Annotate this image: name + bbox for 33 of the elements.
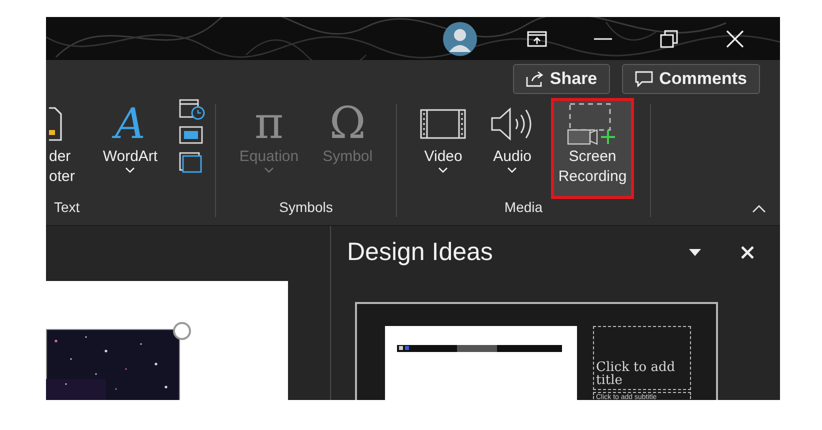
page-icon (49, 104, 63, 144)
header-footer-button[interactable]: der oter (46, 98, 82, 199)
slide-number-icon (178, 126, 205, 146)
group-label: Media (503, 199, 544, 217)
date-time-icon (178, 98, 205, 120)
close-icon (741, 246, 754, 258)
group-label: Text (53, 199, 81, 217)
dropdown-button[interactable] (689, 248, 701, 256)
comments-button[interactable]: Comments (622, 64, 760, 94)
omega-icon: Ω (329, 102, 366, 146)
close-button[interactable] (741, 246, 754, 258)
screen-recording-button[interactable]: Screen Recording (551, 98, 634, 199)
rotate-handle[interactable] (173, 322, 191, 340)
group-label: Symbols (278, 199, 334, 217)
wordart-button[interactable]: A WordArt (96, 98, 165, 199)
minimize-icon (594, 38, 612, 40)
share-button[interactable]: Share (512, 64, 610, 94)
dropdown-icon (689, 248, 701, 256)
close-icon (726, 30, 744, 48)
pi-icon: π (254, 102, 284, 146)
pane-title: Design Ideas (347, 238, 494, 266)
collapse-ribbon-button[interactable] (752, 205, 766, 213)
comment-icon (635, 71, 654, 87)
title-placeholder: Click to add title (593, 326, 691, 390)
restore-icon (660, 30, 678, 48)
film-icon (420, 109, 466, 139)
video-button[interactable]: Video (413, 98, 474, 199)
collapse-icon (752, 205, 766, 213)
object-icon (178, 152, 205, 174)
avatar-icon[interactable] (442, 20, 478, 56)
share-icon (526, 71, 544, 87)
ribbon-display-icon (527, 30, 547, 46)
audio-button[interactable]: Audio (483, 98, 542, 199)
